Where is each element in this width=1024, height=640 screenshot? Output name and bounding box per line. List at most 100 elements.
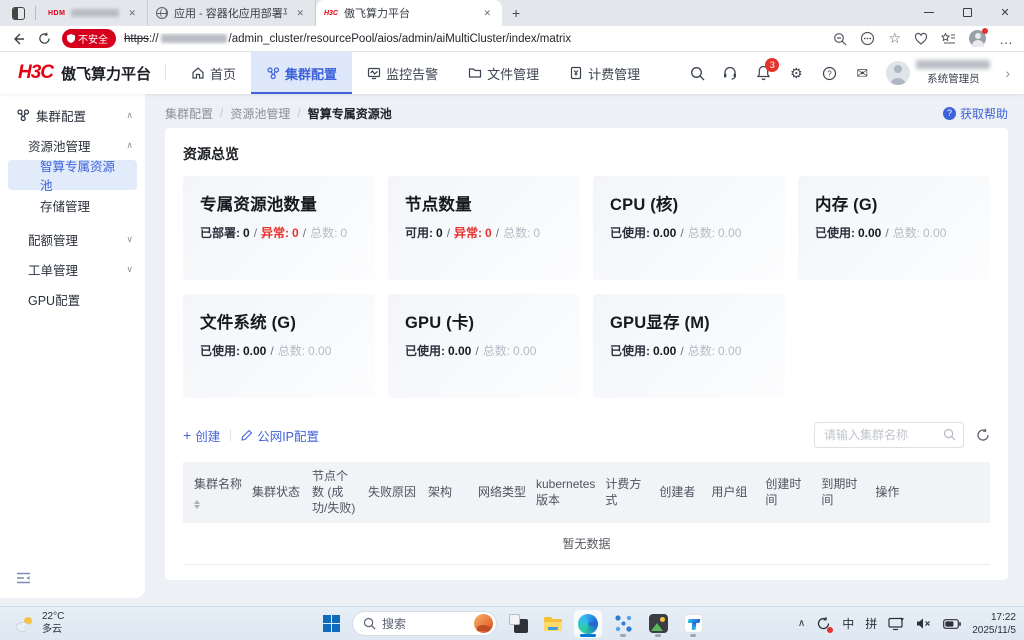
nav-item-cluster-config[interactable]: 集群配置: [251, 52, 352, 94]
browser-tab-aofei-active[interactable]: H3C 傲飞算力平台 ✕: [316, 0, 502, 26]
taskbar-app-screenshot-tool[interactable]: [644, 610, 672, 638]
column-network-type: 网络类型: [473, 484, 531, 500]
volume-muted-icon[interactable]: [916, 617, 932, 630]
search-icon: [690, 66, 705, 81]
header-mail-button[interactable]: ✉: [853, 64, 871, 82]
public-ip-config-button[interactable]: 公网IP配置: [241, 426, 319, 445]
card-title: GPU显存 (M): [610, 309, 768, 333]
nav-item-home[interactable]: 首页: [176, 52, 251, 94]
card-gpu-memory: GPU显存 (M) 已使用:0.00 / 总数:0.00: [593, 294, 785, 398]
window-close-button[interactable]: ✕: [986, 0, 1024, 24]
new-tab-button[interactable]: +: [502, 5, 530, 21]
favorites-bar-icon[interactable]: [941, 32, 956, 46]
taskbar-weather-widget[interactable]: 22°C 多云: [14, 611, 64, 636]
header-search-button[interactable]: [688, 64, 706, 82]
workspace: 集群配置 ∧ 资源池管理 ∧ 智算专属资源池 存储管理 配额管理 ∨ 工单管理 …: [0, 94, 1024, 606]
breadcrumb-cluster-config[interactable]: 集群配置: [165, 105, 213, 122]
refresh-button[interactable]: [36, 31, 52, 47]
column-node-count: 节点个数 (成功/失败): [307, 468, 363, 517]
search-icon[interactable]: [943, 428, 956, 441]
zoom-out-icon[interactable]: [833, 32, 847, 46]
taskbar-clock[interactable]: 17:22 2025/11/5: [972, 611, 1016, 637]
weather-partly-cloudy-icon: [14, 615, 36, 633]
url-field[interactable]: 不安全 https:///admin_cluster/resourcePool/…: [62, 28, 823, 50]
create-button[interactable]: + 创建: [183, 426, 220, 445]
stat-value: 0.00: [858, 226, 881, 240]
tab-close-icon[interactable]: ✕: [125, 7, 139, 20]
sidebar-item-ticket[interactable]: 工单管理 ∨: [0, 254, 145, 284]
sidebar-label: 集群配置: [36, 106, 86, 125]
cast-display-icon[interactable]: [888, 617, 905, 631]
ime-mode-indicator[interactable]: 拼: [865, 615, 877, 632]
chevron-up-icon[interactable]: ∧: [126, 140, 133, 151]
sidebar-item-smart-pool-selected[interactable]: 智算专属资源池: [8, 160, 137, 190]
sidebar-item-storage[interactable]: 存储管理: [0, 190, 145, 220]
tab-close-icon[interactable]: ✕: [293, 7, 307, 20]
ime-language-indicator[interactable]: 中: [842, 615, 854, 632]
edge-icon: [578, 614, 598, 634]
sort-icon[interactable]: [194, 500, 200, 509]
stat-separator: /: [254, 226, 257, 240]
tab-close-icon[interactable]: ✕: [480, 7, 494, 20]
table-refresh-button[interactable]: [976, 428, 990, 442]
stat-label: 已使用:: [200, 344, 240, 358]
browser-essentials-icon[interactable]: [914, 32, 928, 46]
header-notifications-button[interactable]: 3: [754, 64, 772, 82]
taskbar-app-network-tool[interactable]: [609, 610, 637, 638]
back-button[interactable]: [10, 31, 26, 47]
column-cluster-name[interactable]: 集群名称: [189, 476, 247, 509]
hdm-favicon: HDM: [48, 10, 65, 17]
sidebar-item-cluster-config[interactable]: 集群配置 ∧: [0, 100, 145, 130]
clock-date: 2025/11/5: [972, 624, 1016, 637]
window-maximize-button[interactable]: [948, 0, 986, 24]
chevron-down-icon[interactable]: ∨: [126, 264, 133, 275]
favorite-star-icon[interactable]: ☆: [888, 30, 901, 47]
security-badge[interactable]: 不安全: [62, 29, 116, 48]
url-text: https:///admin_cluster/resourcePool/aios…: [124, 33, 571, 45]
file-explorer-icon: [543, 616, 563, 632]
card-stats: 已使用:0.00 / 总数:0.00: [610, 342, 768, 359]
nav-item-file-management[interactable]: 文件管理: [453, 52, 554, 94]
header-support-button[interactable]: [721, 64, 739, 82]
taskbar-app-t-tool[interactable]: [679, 610, 707, 638]
card-memory: 内存 (G) 已使用:0.00 / 总数:0.00: [798, 176, 990, 280]
stat-label: 已使用:: [815, 226, 855, 240]
tray-show-hidden-icons[interactable]: ∧: [798, 618, 805, 629]
window-minimize-button[interactable]: [910, 0, 948, 24]
chevron-down-icon[interactable]: ∨: [126, 234, 133, 245]
header-settings-button[interactable]: ⚙: [787, 64, 805, 82]
header-help-button[interactable]: ?: [820, 64, 838, 82]
tab-workspaces-button[interactable]: [6, 0, 31, 26]
browser-profile-avatar[interactable]: [969, 30, 986, 47]
taskbar-search-box[interactable]: 搜索: [352, 611, 497, 636]
start-button[interactable]: [317, 610, 345, 638]
browser-menu-icon[interactable]: …: [999, 31, 1014, 47]
browser-tab-hdm[interactable]: HDM ✕: [40, 0, 148, 26]
main-content: 集群配置 / 资源池管理 / 智算专属资源池 ? 获取帮助 资源总览 专属资源池…: [145, 94, 1024, 606]
breadcrumb-resource-pool[interactable]: 资源池管理: [230, 105, 290, 122]
taskbar-app-snip[interactable]: [504, 610, 532, 638]
stat: 已使用:0.00: [610, 224, 676, 241]
sidebar-item-quota[interactable]: 配额管理 ∨: [0, 224, 145, 254]
header-expand-chevron[interactable]: ›: [1005, 65, 1010, 81]
browser-tab-container-platform[interactable]: 应用 - 容器化应用部署平台 ✕: [148, 0, 316, 26]
tray-sync-app[interactable]: [816, 616, 831, 631]
feedback-icon[interactable]: [860, 31, 875, 46]
sidebar-collapse-button[interactable]: [16, 572, 31, 584]
card-title: 文件系统 (G): [200, 309, 358, 333]
get-help-link[interactable]: ? 获取帮助: [943, 105, 1008, 122]
maximize-icon: [963, 8, 972, 17]
stat-label: 总数:: [503, 226, 530, 240]
nav-item-monitoring[interactable]: 监控告警: [352, 52, 453, 94]
taskbar-app-file-explorer[interactable]: [539, 610, 567, 638]
chevron-up-icon[interactable]: ∧: [126, 110, 133, 121]
battery-icon[interactable]: [943, 619, 961, 629]
taskbar-app-edge-active[interactable]: [574, 610, 602, 638]
nav-item-billing[interactable]: 计费管理: [554, 52, 655, 94]
cluster-icon: [266, 66, 280, 80]
cluster-search-input[interactable]: [814, 422, 964, 448]
user-role: 系统管理员: [927, 71, 980, 86]
user-block[interactable]: 系统管理员: [886, 60, 990, 86]
search-highlight-image[interactable]: [474, 614, 493, 633]
sidebar-item-gpu-config[interactable]: GPU配置: [0, 284, 145, 314]
